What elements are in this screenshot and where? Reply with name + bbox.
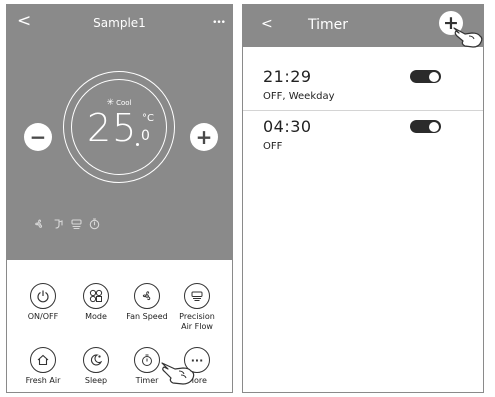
precision-label-line1: Precision: [179, 312, 215, 321]
precision-air-flow-label: Precision Air Flow: [168, 312, 226, 332]
sleep-label: Sleep: [84, 376, 108, 385]
minus-icon: −: [29, 125, 47, 149]
device-title: Sample1: [93, 16, 146, 30]
temperature-decimal: 0: [141, 128, 150, 144]
mode-button[interactable]: Mode: [67, 283, 125, 322]
status-icons-svg: [35, 218, 100, 230]
ac-control-screen: < Sample1 ••• ✳ Cool 25 °C 0 − + ON/OFF …: [6, 4, 233, 393]
timer-row[interactable]: 04:30 OFF: [243, 117, 483, 159]
fan-icon: [35, 219, 43, 228]
sleep-button[interactable]: Sleep: [67, 347, 125, 386]
pointing-hand-icon: [453, 27, 483, 48]
power-icon: [30, 283, 56, 309]
timer-repeat: OFF: [263, 141, 283, 152]
timer-repeat: OFF, Weekday: [263, 91, 335, 102]
timer-icon: [89, 218, 100, 230]
decrease-temp-button[interactable]: −: [24, 123, 52, 151]
air-flow-icon: [184, 283, 210, 309]
on-off-button[interactable]: ON/OFF: [14, 283, 72, 322]
on-off-label: ON/OFF: [27, 312, 59, 321]
fresh-air-button[interactable]: Fresh Air: [14, 347, 72, 386]
mode-label: Mode: [85, 312, 107, 321]
plus-icon: +: [195, 125, 213, 149]
increase-temp-button[interactable]: +: [190, 123, 218, 151]
precision-air-flow-button[interactable]: Precision Air Flow: [168, 283, 226, 332]
timer-toggle[interactable]: [410, 70, 441, 83]
timer-header: < Timer +: [243, 5, 483, 47]
status-icons-row: [33, 217, 111, 234]
stopwatch-icon: [134, 347, 160, 373]
timer-time: 21:29: [263, 67, 312, 86]
fresh-air-label: Fresh Air: [25, 376, 61, 385]
more-options-icon[interactable]: •••: [212, 18, 226, 28]
ac-header: < Sample1 •••: [7, 5, 232, 41]
home-icon: [30, 347, 56, 373]
timer-time: 04:30: [263, 117, 312, 136]
timer-screen: < Timer + 21:29 OFF, Weekday 04:30 OFF: [242, 4, 484, 393]
temperature-decimal-point: [136, 143, 139, 146]
swing-icon: [54, 219, 63, 229]
pointing-hand-icon: [161, 362, 195, 385]
page-title: Timer: [308, 17, 349, 33]
timer-toggle[interactable]: [410, 120, 441, 133]
moon-icon: [83, 347, 109, 373]
fan-icon: [134, 283, 160, 309]
airflow-icon: [71, 219, 82, 230]
timer-row[interactable]: 21:29 OFF, Weekday: [243, 67, 483, 109]
back-button[interactable]: <: [261, 16, 273, 32]
toggle-knob: [429, 121, 439, 132]
toggle-knob: [429, 71, 439, 82]
temperature-unit: °C: [142, 113, 154, 124]
mode-icon: [83, 283, 109, 309]
temperature-integer: 25: [87, 106, 138, 150]
divider: [243, 110, 483, 111]
precision-label-line2: Air Flow: [181, 322, 213, 331]
